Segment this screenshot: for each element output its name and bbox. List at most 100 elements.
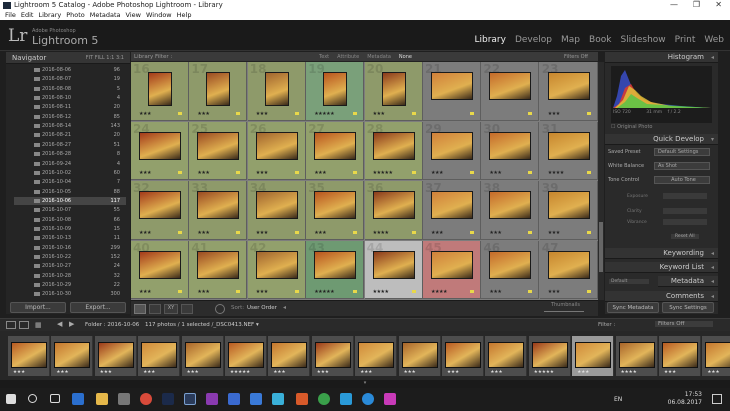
- app-icon-5[interactable]: [318, 393, 330, 405]
- photo-thumbnail[interactable]: [323, 72, 348, 106]
- photo-thumbnail[interactable]: [255, 250, 298, 279]
- star-rating[interactable]: ★★★: [139, 170, 151, 176]
- search-icon[interactable]: [28, 394, 37, 403]
- star-rating[interactable]: ★★★: [373, 111, 385, 117]
- star-rating[interactable]: ★★★: [314, 230, 326, 236]
- filmstrip-thumbnail[interactable]: [271, 342, 308, 368]
- filmstrip-stars[interactable]: ★★★: [143, 370, 155, 375]
- folder-item[interactable]: 2016-10-16 299: [14, 244, 126, 252]
- grid-cell[interactable]: 43 ★★★★★: [306, 240, 365, 299]
- store-icon[interactable]: [118, 393, 130, 405]
- star-rating[interactable]: ★★★: [489, 230, 501, 236]
- photo-thumbnail[interactable]: [314, 131, 357, 160]
- grid-cell[interactable]: 36 ★★★★: [364, 181, 423, 240]
- collapse-triangle-icon[interactable]: ◂: [711, 276, 714, 287]
- folder-item[interactable]: 2016-08-27 51: [14, 141, 126, 149]
- photo-thumbnail[interactable]: [314, 191, 357, 219]
- photo-thumbnail[interactable]: [314, 250, 357, 279]
- explorer-icon[interactable]: [96, 393, 108, 405]
- system-clock[interactable]: 17:53 06.08.2017: [668, 391, 702, 407]
- filmstrip-thumbnail[interactable]: [488, 342, 525, 368]
- app-icon-4[interactable]: [296, 393, 308, 405]
- photo-thumbnail[interactable]: [547, 72, 590, 100]
- grid-cell[interactable]: 31 ★★★★: [539, 121, 598, 180]
- survey-view-icon[interactable]: [181, 304, 193, 314]
- filmstrip-stars[interactable]: ★★★: [707, 370, 719, 375]
- photo-thumbnail[interactable]: [206, 72, 231, 106]
- star-rating[interactable]: ★★★★: [373, 230, 389, 236]
- star-rating[interactable]: ★★★: [431, 230, 443, 236]
- close-button[interactable]: ✕: [715, 0, 722, 10]
- filmstrip-stars[interactable]: ★★★: [100, 370, 112, 375]
- grid-cell[interactable]: 16 ★★★: [131, 62, 189, 121]
- filmstrip-cell[interactable]: ★★★: [8, 336, 50, 376]
- white-balance-select[interactable]: As Shot: [654, 162, 710, 170]
- filmstrip-thumbnail[interactable]: [575, 342, 612, 368]
- minimize-button[interactable]: —: [670, 0, 678, 10]
- star-rating[interactable]: ★★★: [256, 230, 268, 236]
- grid-cell[interactable]: 47 ★★★: [539, 240, 598, 299]
- photo-thumbnail[interactable]: [489, 191, 532, 219]
- folder-item[interactable]: 2016-10-05 88: [14, 188, 126, 196]
- app-icon-3[interactable]: [272, 393, 284, 405]
- module-library[interactable]: Library: [474, 35, 505, 45]
- grid-cell[interactable]: 17 ★★★: [189, 62, 248, 121]
- keyword-list-header[interactable]: Keyword List ◂: [605, 262, 718, 273]
- grid-cell[interactable]: 25 ★★★: [189, 121, 248, 180]
- filmstrip-cell[interactable]: ★★★: [442, 336, 484, 376]
- telegram-icon[interactable]: [362, 393, 374, 405]
- star-rating[interactable]: ★★★: [139, 289, 151, 295]
- photo-thumbnail[interactable]: [372, 250, 415, 279]
- folder-item[interactable]: 2016-08-14 143: [14, 122, 126, 130]
- app-icon-6[interactable]: [384, 393, 396, 405]
- grid-view-icon[interactable]: [134, 304, 146, 314]
- filmstrip-thumbnail[interactable]: [54, 342, 91, 368]
- grid-cell[interactable]: 35 ★★★: [306, 181, 365, 240]
- navigator-header[interactable]: Navigator FIT FILL 1:1 3:1: [6, 52, 130, 64]
- filter-tab-metadata[interactable]: Metadata: [367, 54, 391, 60]
- back-arrow-icon[interactable]: ◀: [57, 320, 62, 328]
- histogram-header[interactable]: Histogram ◂: [605, 52, 718, 63]
- sort-direction-icon[interactable]: ◂: [283, 304, 286, 311]
- folder-item[interactable]: 2016-08-28 8: [14, 150, 126, 158]
- exposure-buttons[interactable]: [663, 193, 707, 199]
- folder-item[interactable]: 2016-08-10 4: [14, 94, 126, 102]
- filmstrip-stars[interactable]: ★★★: [664, 370, 676, 375]
- sync-settings-button[interactable]: Sync Settings: [662, 302, 714, 313]
- folder-item[interactable]: 2016-08-11 20: [14, 103, 126, 111]
- photo-thumbnail[interactable]: [489, 72, 532, 100]
- filmstrip-stars[interactable]: ★★★: [187, 370, 199, 375]
- star-rating[interactable]: ★★★: [548, 230, 560, 236]
- vs-icon[interactable]: [206, 393, 218, 405]
- folder-item[interactable]: 2016-08-06 96: [14, 66, 126, 74]
- zoom-options[interactable]: FIT FILL 1:1 3:1: [86, 55, 124, 61]
- app-icon-2[interactable]: [250, 393, 262, 405]
- filmstrip-stars[interactable]: ★★★★★: [230, 370, 250, 375]
- filmstrip-stars[interactable]: ★★★: [56, 370, 68, 375]
- folder-item[interactable]: 2016-10-13 11: [14, 234, 126, 242]
- grid-cell[interactable]: 30 ★★★: [481, 121, 540, 180]
- filmstrip-stars[interactable]: ★★★: [13, 370, 25, 375]
- star-rating[interactable]: ★★★: [489, 289, 501, 295]
- filmstrip-thumbnail[interactable]: [618, 342, 655, 368]
- folder-item[interactable]: 2016-10-04 7: [14, 178, 126, 186]
- star-rating[interactable]: ★★★: [256, 111, 268, 117]
- photo-thumbnail[interactable]: [547, 131, 590, 160]
- filmstrip-cell[interactable]: ★★★: [485, 336, 528, 376]
- grid-cell[interactable]: 26 ★★★: [247, 121, 306, 180]
- filmstrip-cell[interactable]: ★★★: [51, 336, 94, 376]
- filters-off-select[interactable]: Filters Off: [564, 54, 588, 60]
- monitor-2-icon[interactable]: [19, 321, 29, 329]
- star-rating[interactable]: ★★★: [256, 170, 268, 176]
- star-rating[interactable]: ★★★★: [373, 289, 389, 295]
- photo-thumbnail[interactable]: [489, 131, 532, 160]
- folder-item[interactable]: 2016-10-07 55: [14, 206, 126, 214]
- grid-cell[interactable]: 18 ★★★: [247, 62, 306, 121]
- module-book[interactable]: Book: [589, 35, 611, 45]
- module-slideshow[interactable]: Slideshow: [620, 35, 665, 45]
- grid-cell[interactable]: 46 ★★★: [481, 240, 540, 299]
- menu-library[interactable]: Library: [38, 11, 61, 19]
- menu-window[interactable]: Window: [146, 11, 172, 19]
- photo-thumbnail[interactable]: [255, 191, 298, 219]
- filmstrip-stars[interactable]: ★★★: [404, 370, 416, 375]
